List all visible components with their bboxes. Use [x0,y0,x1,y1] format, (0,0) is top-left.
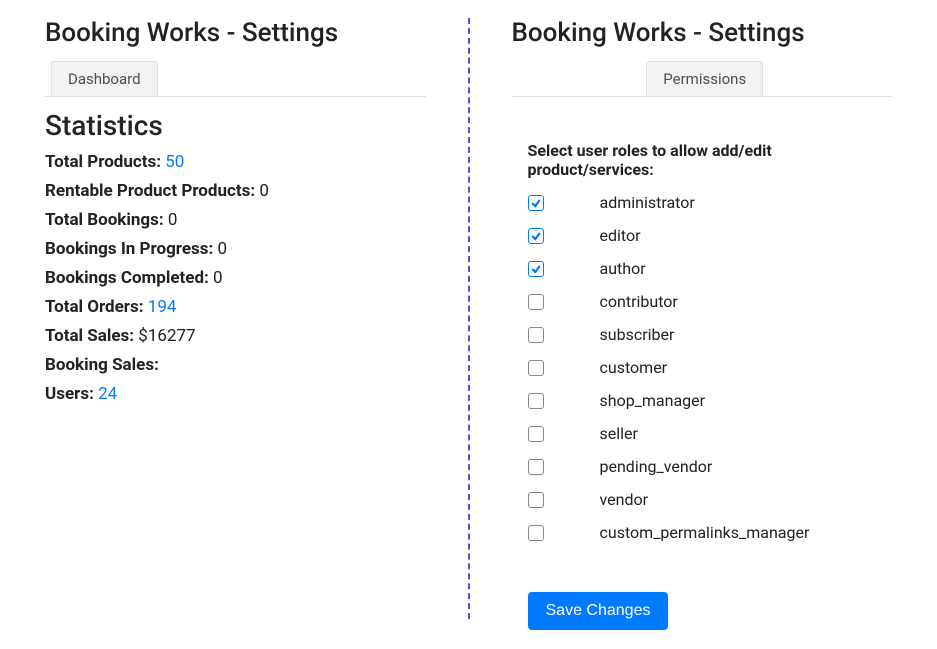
stat-value[interactable]: 24 [98,384,117,404]
statistics-heading: Statistics [45,109,426,142]
tab-row-left: Dashboard [45,60,426,97]
role-label: custom_permalinks_manager [600,523,810,542]
stat-line: Total Sales: $16277 [45,326,426,346]
roles-heading: Select user roles to allow add/edit prod… [528,141,893,179]
dashboard-panel: Booking Works - Settings Dashboard Stati… [45,18,470,619]
role-checkbox-editor[interactable] [528,228,544,244]
role-checkbox-seller[interactable] [528,426,544,442]
role-label: editor [600,226,641,245]
role-checkbox-subscriber[interactable] [528,327,544,343]
role-label: author [600,259,646,278]
stat-line: Bookings In Progress: 0 [45,239,426,259]
stat-label: Total Bookings: [45,210,164,230]
role-row: vendor [528,490,893,509]
role-checkbox-vendor[interactable] [528,492,544,508]
stat-label: Bookings Completed: [45,268,209,288]
role-checkbox-administrator[interactable] [528,195,544,211]
stat-line: Users: 24 [45,384,426,404]
role-checkbox-shop_manager[interactable] [528,393,544,409]
stat-label: Rentable Product Products: [45,181,255,201]
stat-value: 0 [168,210,178,230]
stat-line: Booking Sales: [45,355,426,375]
stat-label: Users: [45,384,94,404]
role-row: seller [528,424,893,443]
stat-value[interactable]: 194 [148,297,177,317]
role-label: shop_manager [600,391,706,410]
role-row: custom_permalinks_manager [528,523,893,542]
tab-dashboard[interactable]: Dashboard [51,61,158,97]
role-checkbox-custom_permalinks_manager[interactable] [528,525,544,541]
role-label: administrator [600,193,695,212]
stat-line: Total Products: 50 [45,152,426,172]
stat-label: Total Sales: [45,326,134,346]
roles-list: administrator editor author contributor subs… [528,193,893,542]
stat-value: $16277 [138,326,195,346]
role-row: contributor [528,292,893,311]
stat-label: Bookings In Progress: [45,239,213,259]
stat-line: Total Orders: 194 [45,297,426,317]
role-row: editor [528,226,893,245]
permissions-panel: Booking Works - Settings Permissions Sel… [470,18,893,619]
role-label: pending_vendor [600,457,713,476]
tab-permissions[interactable]: Permissions [646,61,763,97]
stat-value[interactable]: 50 [165,152,184,172]
stat-label: Total Orders: [45,297,144,317]
role-row: shop_manager [528,391,893,410]
page-title-left: Booking Works - Settings [45,18,426,48]
stat-value: 0 [218,239,228,259]
stat-label: Booking Sales: [45,355,159,375]
role-checkbox-author[interactable] [528,261,544,277]
role-checkbox-contributor[interactable] [528,294,544,310]
role-label: customer [600,358,668,377]
role-label: subscriber [600,325,675,344]
role-row: pending_vendor [528,457,893,476]
stat-label: Total Products: [45,152,161,172]
role-label: seller [600,424,638,443]
stat-line: Rentable Product Products: 0 [45,181,426,201]
role-row: author [528,259,893,278]
role-row: customer [528,358,893,377]
role-row: administrator [528,193,893,212]
role-row: subscriber [528,325,893,344]
role-label: vendor [600,490,649,509]
statistics-list: Total Products: 50 Rentable Product Produ… [45,152,426,404]
role-checkbox-pending_vendor[interactable] [528,459,544,475]
role-checkbox-customer[interactable] [528,360,544,376]
page-title-right: Booking Works - Settings [512,18,893,48]
stat-line: Bookings Completed: 0 [45,268,426,288]
stat-value: 0 [213,268,223,288]
role-label: contributor [600,292,678,311]
tab-row-right: Permissions [512,60,893,97]
stat-value: 0 [259,181,269,201]
save-changes-button[interactable]: Save Changes [528,592,669,630]
stat-line: Total Bookings: 0 [45,210,426,230]
roles-section: Select user roles to allow add/edit prod… [512,97,893,630]
